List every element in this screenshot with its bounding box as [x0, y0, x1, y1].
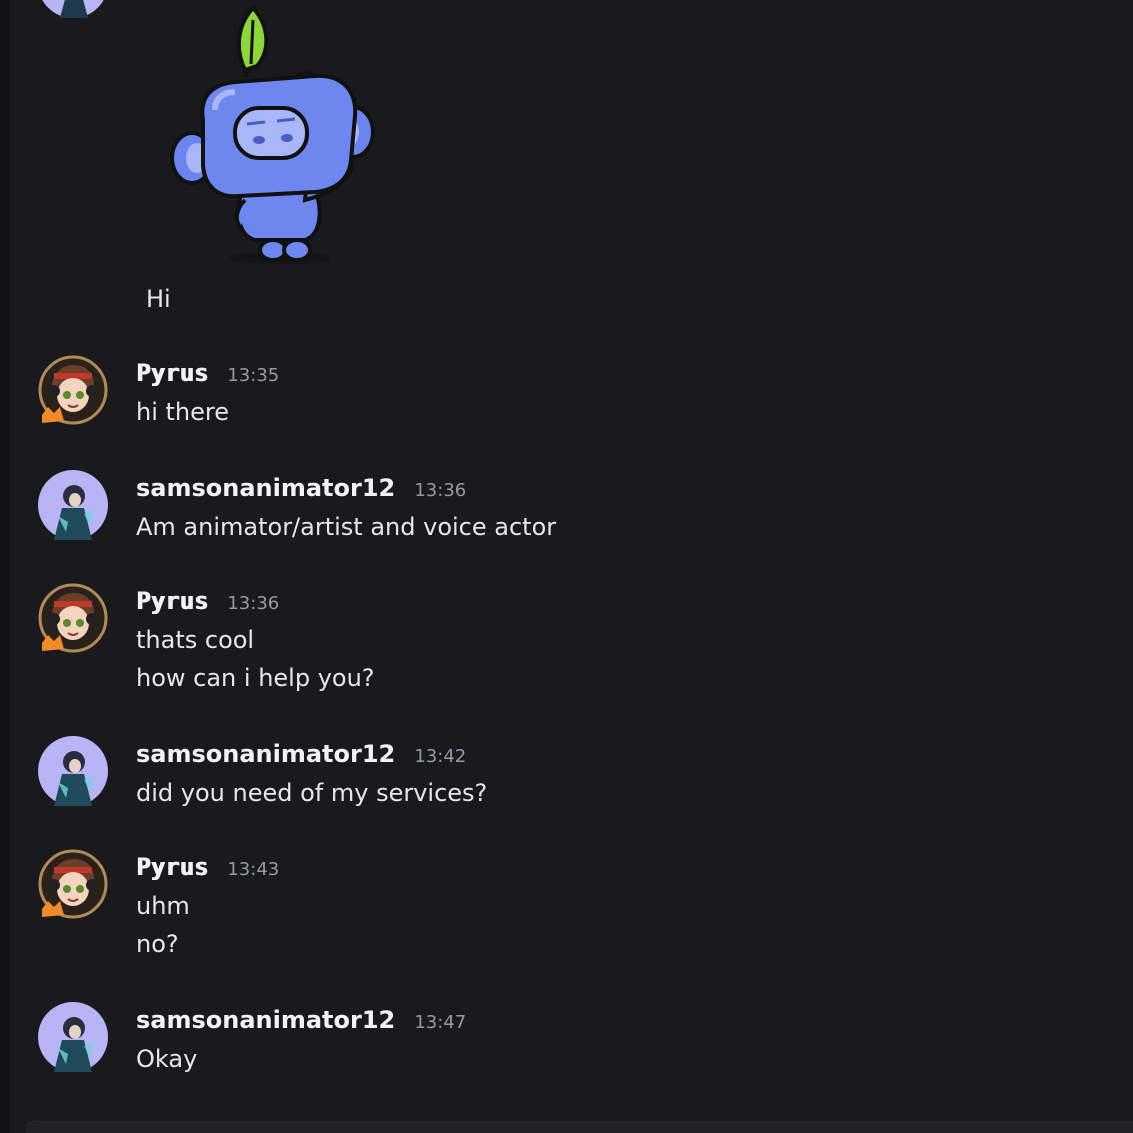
username[interactable]: samsonanimator12 [136, 474, 395, 502]
avatar[interactable] [38, 355, 108, 425]
chat-window: Hi Pyrus 13:35 hi there samsonanimator12… [0, 0, 1133, 1133]
avatar[interactable] [38, 1002, 108, 1072]
message-text: Hi [146, 285, 171, 313]
avatar[interactable] [38, 470, 108, 540]
timestamp[interactable]: 13:36 [414, 480, 466, 501]
message-text: did you need of my services? [136, 779, 488, 807]
username[interactable]: samsonanimator12 [136, 1006, 395, 1034]
username[interactable]: samsonanimator12 [136, 740, 395, 768]
timestamp[interactable]: 13:47 [414, 1012, 466, 1033]
message-text: uhm [136, 892, 190, 920]
leaf-icon [236, 5, 269, 77]
message-text: hi there [136, 398, 229, 426]
timestamp[interactable]: 13:43 [227, 859, 279, 880]
message-text: how can i help you? [136, 664, 375, 692]
wumpus-sticker[interactable] [165, 0, 385, 270]
timestamp[interactable]: 13:36 [227, 593, 279, 614]
avatar[interactable] [38, 583, 108, 653]
message-text: Okay [136, 1045, 198, 1073]
username[interactable]: Pyrus [136, 587, 208, 615]
timestamp[interactable]: 13:35 [227, 365, 279, 386]
message-text: thats cool [136, 626, 255, 654]
timestamp[interactable]: 13:42 [414, 746, 466, 767]
username[interactable]: Pyrus [136, 359, 208, 387]
message-text: Am animator/artist and voice actor [136, 513, 557, 541]
message-composer[interactable] [25, 1121, 1133, 1133]
message-list[interactable]: Hi Pyrus 13:35 hi there samsonanimator12… [10, 0, 1133, 1133]
sidebar-edge [0, 0, 10, 1133]
username[interactable]: Pyrus [136, 853, 208, 881]
avatar[interactable] [38, 736, 108, 806]
message-text: no? [136, 930, 179, 958]
avatar[interactable] [38, 849, 108, 919]
avatar[interactable] [38, 0, 108, 18]
